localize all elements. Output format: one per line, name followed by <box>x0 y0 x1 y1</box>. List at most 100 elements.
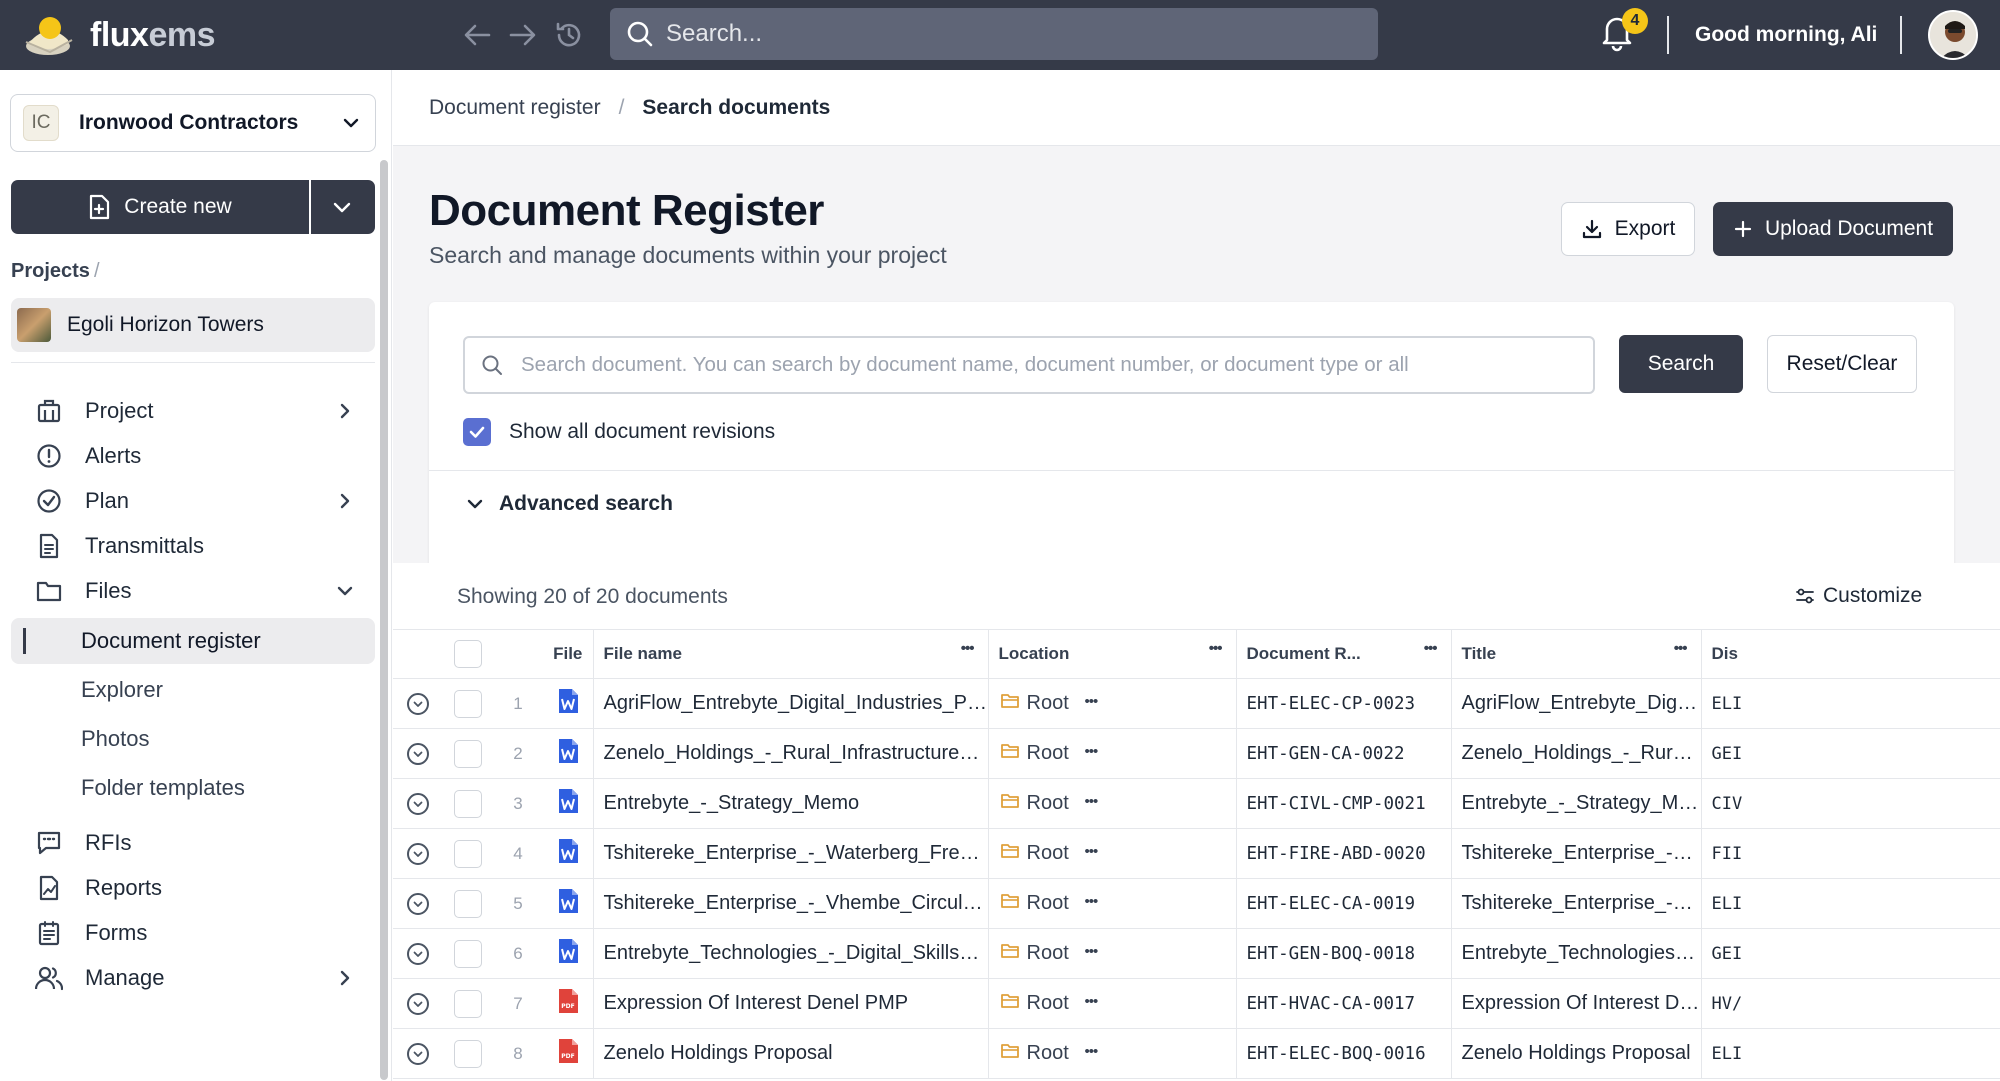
location-more-icon[interactable]: ••• <box>1085 1043 1099 1060</box>
sidebar-item-project[interactable]: Project <box>11 388 375 434</box>
row-expand[interactable] <box>393 878 443 929</box>
chevron-down-circle-icon[interactable] <box>407 1042 429 1065</box>
table-row[interactable]: 5 Tshitereke_Enterprise_-_Vhembe_Circular… <box>393 878 2000 929</box>
row-file-name[interactable]: Tshitereke_Enterprise_-_Waterberg_Fresh_… <box>592 828 988 879</box>
chevron-down-circle-icon[interactable] <box>407 742 429 765</box>
header-location[interactable]: Location ••• <box>987 629 1236 679</box>
row-file-name[interactable]: Entrebyte_-_Strategy_Memo <box>592 778 988 829</box>
sidebar-scrollbar[interactable] <box>380 160 388 1080</box>
location-more-icon[interactable]: ••• <box>1085 843 1099 860</box>
organization-selector[interactable]: IC Ironwood Contractors <box>10 94 376 152</box>
sidebar-item-transmittals[interactable]: Transmittals <box>11 523 375 569</box>
chevron-down-circle-icon[interactable] <box>407 842 429 865</box>
row-location[interactable]: Root ••• <box>987 878 1236 929</box>
row-checkbox[interactable] <box>454 839 482 868</box>
chevron-down-circle-icon[interactable] <box>407 792 429 815</box>
show-revisions-checkbox[interactable] <box>463 418 491 446</box>
upload-document-button[interactable]: Upload Document <box>1713 202 1953 256</box>
location-more-icon[interactable]: ••• <box>1085 993 1099 1010</box>
notifications-button[interactable]: 4 <box>1600 8 1648 56</box>
header-file-name[interactable]: File name ••• <box>592 629 988 679</box>
row-expand[interactable] <box>393 928 443 979</box>
row-location[interactable]: Root ••• <box>987 978 1236 1029</box>
row-expand[interactable] <box>393 728 443 779</box>
create-new-button[interactable]: Create new <box>11 180 311 234</box>
sidebar-item-files[interactable]: Files <box>11 568 375 614</box>
row-expand[interactable] <box>393 978 443 1029</box>
header-discipline[interactable]: Dis <box>1700 629 2000 679</box>
location-more-icon[interactable]: ••• <box>1085 943 1099 960</box>
row-file-name[interactable]: Zenelo Holdings Proposal <box>592 1028 988 1079</box>
row-location[interactable]: Root ••• <box>987 728 1236 779</box>
header-file[interactable]: File <box>543 629 593 679</box>
global-search-input[interactable]: Search... <box>610 8 1378 60</box>
row-location[interactable]: Root ••• <box>987 678 1236 729</box>
table-row[interactable]: 2 Zenelo_Holdings_-_Rural_Infrastructure_… <box>393 728 2000 779</box>
chevron-down-circle-icon[interactable] <box>407 992 429 1015</box>
advanced-search-toggle[interactable]: Advanced search <box>465 480 673 528</box>
row-checkbox[interactable] <box>454 989 482 1018</box>
table-row[interactable]: 3 Entrebyte_-_Strategy_Memo Root ••• EHT-CIV… <box>393 778 2000 829</box>
row-checkbox[interactable] <box>454 1039 482 1068</box>
sidebar-item-alerts[interactable]: Alerts <box>11 433 375 479</box>
table-row[interactable]: 7 PDF Expression Of Interest Denel PMP Root… <box>393 978 2000 1029</box>
row-file-name[interactable]: Entrebyte_Technologies_-_Digital_Skills_… <box>592 928 988 979</box>
row-file-name[interactable]: Zenelo_Holdings_-_Rural_Infrastructure_M… <box>592 728 988 779</box>
row-expand[interactable] <box>393 778 443 829</box>
row-location[interactable]: Root ••• <box>987 828 1236 879</box>
table-row[interactable]: 8 PDF Zenelo Holdings Proposal Root ••• EHT-E… <box>393 1028 2000 1079</box>
row-location[interactable]: Root ••• <box>987 1028 1236 1079</box>
location-more-icon[interactable]: ••• <box>1085 893 1099 910</box>
table-row[interactable]: 1 AgriFlow_Entrebyte_Digital_Industries_P… <box>393 678 2000 729</box>
search-button[interactable]: Search <box>1619 335 1743 393</box>
row-location[interactable]: Root ••• <box>987 778 1236 829</box>
sidebar-subitem-document-register[interactable]: Document register <box>11 618 375 664</box>
row-checkbox[interactable] <box>454 689 482 718</box>
column-menu-icon[interactable]: ••• <box>961 640 975 657</box>
project-item-egoli-horizon-towers[interactable]: Egoli Horizon Towers <box>11 298 375 352</box>
reset-clear-button[interactable]: Reset/Clear <box>1767 335 1917 393</box>
export-button[interactable]: Export <box>1561 202 1695 256</box>
sidebar-subitem-explorer[interactable]: Explorer <box>11 667 375 713</box>
breadcrumb-document-register[interactable]: Document register <box>429 96 601 120</box>
row-checkbox[interactable] <box>454 739 482 768</box>
header-document-ref[interactable]: Document R... ••• <box>1235 629 1451 679</box>
sidebar-item-plan[interactable]: Plan <box>11 478 375 524</box>
forward-arrow-icon[interactable] <box>506 14 540 56</box>
customize-button[interactable]: Customize <box>1795 577 1922 615</box>
chevron-down-circle-icon[interactable] <box>407 942 429 965</box>
sidebar-item-reports[interactable]: Reports <box>11 865 375 911</box>
user-avatar[interactable] <box>1928 10 1978 60</box>
sidebar-item-rfis[interactable]: RFIs <box>11 820 375 866</box>
row-file-name[interactable]: Expression Of Interest Denel PMP <box>592 978 988 1029</box>
row-file-name[interactable]: Tshitereke_Enterprise_-_Vhembe_Circular_… <box>592 878 988 929</box>
chevron-down-circle-icon[interactable] <box>407 692 429 715</box>
create-new-dropdown-button[interactable] <box>311 180 373 234</box>
sidebar-item-forms[interactable]: Forms <box>11 910 375 956</box>
column-menu-icon[interactable]: ••• <box>1209 640 1223 657</box>
document-search-input[interactable]: Search document. You can search by docum… <box>463 336 1595 394</box>
row-checkbox[interactable] <box>454 939 482 968</box>
row-expand[interactable] <box>393 1028 443 1079</box>
logo[interactable]: fluxems <box>20 10 216 60</box>
column-menu-icon[interactable]: ••• <box>1424 640 1438 657</box>
sidebar-item-manage[interactable]: Manage <box>11 955 375 1001</box>
back-arrow-icon[interactable] <box>460 14 494 56</box>
projects-heading[interactable]: Projects / <box>11 260 100 283</box>
row-location[interactable]: Root ••• <box>987 928 1236 979</box>
table-row[interactable]: 4 Tshitereke_Enterprise_-_Waterberg_Fresh… <box>393 828 2000 879</box>
select-all-checkbox[interactable] <box>454 640 482 668</box>
chevron-down-circle-icon[interactable] <box>407 892 429 915</box>
sidebar-subitem-photos[interactable]: Photos <box>11 716 375 762</box>
column-menu-icon[interactable]: ••• <box>1674 640 1688 657</box>
history-icon[interactable] <box>552 14 586 56</box>
table-row[interactable]: 6 Entrebyte_Technologies_-_Digital_Skills… <box>393 928 2000 979</box>
sidebar-subitem-folder-templates[interactable]: Folder templates <box>11 765 375 811</box>
row-checkbox[interactable] <box>454 889 482 918</box>
location-more-icon[interactable]: ••• <box>1085 793 1099 810</box>
row-expand[interactable] <box>393 828 443 879</box>
row-checkbox[interactable] <box>454 789 482 818</box>
row-file-name[interactable]: AgriFlow_Entrebyte_Digital_Industries_Pr… <box>592 678 988 729</box>
location-more-icon[interactable]: ••• <box>1085 743 1099 760</box>
header-title[interactable]: Title ••• <box>1450 629 1701 679</box>
